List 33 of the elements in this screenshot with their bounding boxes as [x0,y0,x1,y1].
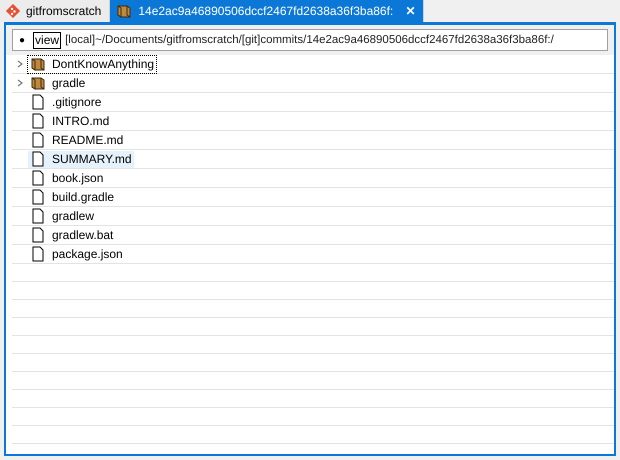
file-icon [32,94,44,110]
file-icon [32,170,44,186]
bullet-icon: ● [19,34,26,46]
tab[interactable]: gitfromscratch [0,0,110,22]
file-icon [32,132,44,148]
file-icon [32,208,44,224]
file-icon [32,227,44,243]
tree-item[interactable]: gradlew [28,208,96,224]
chevron-icon[interactable] [16,79,24,87]
file-icon [32,246,44,262]
tab[interactable]: 14e2ac9a46890506dccf2467fd2638a36f3ba86f: ✕ [110,0,424,22]
tree-item[interactable]: gradlew.bat [28,226,116,244]
folder-icon [30,56,46,72]
close-button[interactable]: ✕ [405,4,416,18]
file-icon [32,151,44,167]
mode-label[interactable]: view [33,32,62,48]
file-icon [32,113,44,129]
tree-item[interactable]: gradle [28,74,88,92]
tree-item[interactable]: build.gradle [28,188,116,206]
git-icon [6,4,20,18]
tree-item[interactable]: package.json [28,246,125,262]
tree-item[interactable]: DontKnowAnything [28,56,156,72]
path-text: [local]~/Documents/gitfromscratch/[git]commits/14e2ac9a46890506dccf2467fd2638a36f3ba86f:/ [65,34,554,46]
tree-item[interactable]: INTRO.md [28,112,112,130]
folder-icon [116,3,132,19]
tree-item[interactable]: SUMMARY.md [28,150,134,168]
tree-item[interactable]: README.md [28,132,126,148]
file-icon [32,189,44,205]
tree-item[interactable]: book.json [28,170,106,186]
chevron-icon[interactable] [16,60,24,68]
address-bar[interactable]: ● view [local]~/Documents/gitfromscratch/[git]commits/14e2ac9a46890506dccf2467fd2638a36f3ba86f:/ [12,29,608,51]
tree-item[interactable]: .gitignore [28,94,104,110]
folder-icon [30,75,46,91]
